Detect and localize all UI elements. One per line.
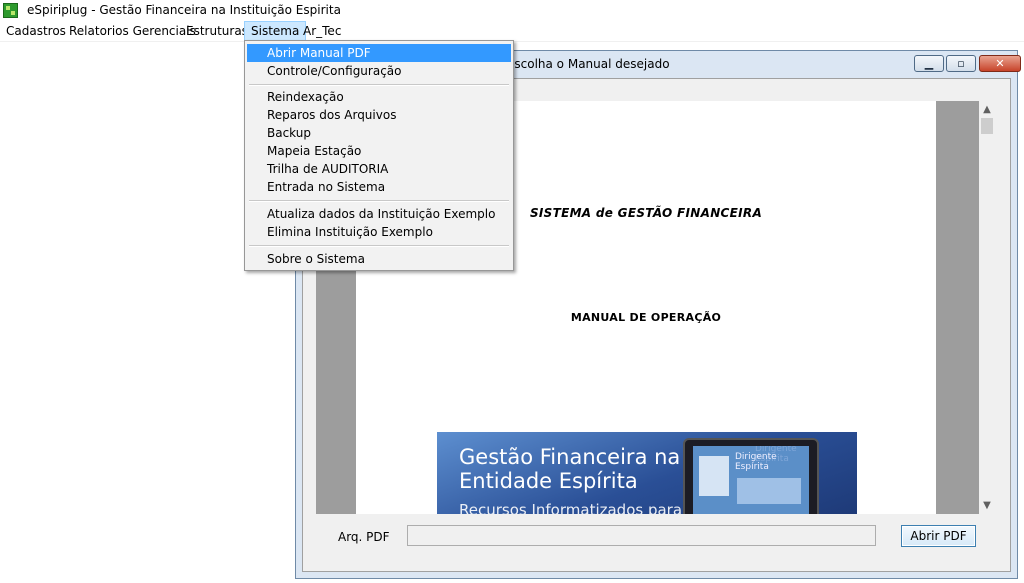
menu-item-elimina-instituicao[interactable]: Elimina Instituição Exemplo — [247, 223, 511, 241]
menu-item-sobre-sistema[interactable]: Sobre o Sistema — [247, 250, 511, 268]
tablet-label-line1: Dirigente — [735, 452, 777, 462]
menu-item-abrir-manual-pdf[interactable]: Abrir Manual PDF — [247, 44, 511, 62]
maximize-button[interactable]: ▫ — [946, 55, 976, 72]
arq-pdf-label: Arq. PDF — [338, 530, 390, 544]
menu-separator — [249, 84, 509, 86]
cover-subtitle: Recursos Informatizados para — [459, 501, 683, 514]
tablet-screen: Dirigente Espirita Dirigente Espírita — [693, 446, 809, 514]
close-button[interactable]: ✕ — [979, 55, 1021, 72]
close-icon: ✕ — [995, 57, 1005, 70]
menu-item-reparos-arquivos[interactable]: Reparos dos Arquivos — [247, 106, 511, 124]
menu-cadastros[interactable]: Cadastros — [0, 21, 72, 41]
scroll-down-icon[interactable]: ▼ — [979, 497, 995, 514]
tablet-label-line2: Espírita — [735, 462, 769, 472]
sistema-dropdown-menu: Abrir Manual PDF Controle/Configuração R… — [244, 40, 514, 271]
arq-pdf-field[interactable] — [407, 525, 876, 546]
menu-separator — [249, 200, 509, 202]
open-pdf-button[interactable]: Abrir PDF — [901, 525, 976, 547]
app-titlebar: eSpiriplug - Gestão Financeira na Instit… — [0, 0, 1024, 21]
app-icon[interactable] — [3, 3, 18, 18]
cover-title-line2: Entidade Espírita — [459, 469, 638, 493]
cover-title-line1: Gestão Financeira na — [459, 445, 681, 469]
app-title: eSpiriplug - Gestão Financeira na Instit… — [27, 3, 341, 17]
minimize-icon: ▁ — [924, 57, 934, 70]
tablet-content-graphic — [737, 478, 801, 504]
menu-item-atualiza-instituicao[interactable]: Atualiza dados da Instituição Exemplo — [247, 205, 511, 223]
minimize-button[interactable]: ▁ — [914, 55, 944, 72]
menu-item-backup[interactable]: Backup — [247, 124, 511, 142]
tablet-illustration: Dirigente Espirita Dirigente Espírita — [683, 438, 819, 514]
menu-item-controle-configuracao[interactable]: Controle/Configuração — [247, 62, 511, 80]
scroll-thumb[interactable] — [981, 118, 993, 134]
tablet-label: Dirigente Espírita — [735, 452, 777, 472]
menu-ar-tec[interactable]: Ar_Tec — [297, 21, 347, 41]
menubar: Cadastros Relatorios Gerenciais Estrutur… — [0, 21, 1024, 42]
menu-item-reindexacao[interactable]: Reindexação — [247, 88, 511, 106]
menu-item-entrada-sistema[interactable]: Entrada no Sistema — [247, 178, 511, 196]
pdf-margin-right — [936, 101, 979, 514]
manual-window-title: escolha o Manual desejado — [507, 57, 670, 71]
menu-estruturas[interactable]: Estruturas — [180, 21, 254, 41]
pdf-cover-image: Gestão Financeira na Entidade Espírita R… — [437, 432, 857, 514]
menu-separator — [249, 245, 509, 247]
tablet-book-graphic — [699, 456, 729, 496]
scroll-up-icon[interactable]: ▲ — [979, 101, 995, 118]
pdf-scrollbar[interactable]: ▲ ▼ — [979, 101, 995, 514]
menu-item-mapeia-estacao[interactable]: Mapeia Estação — [247, 142, 511, 160]
pdf-heading-manual: MANUAL DE OPERAÇÃO — [570, 311, 722, 324]
maximize-icon: ▫ — [957, 57, 965, 70]
menu-item-trilha-auditoria[interactable]: Trilha de AUDITORIA — [247, 160, 511, 178]
